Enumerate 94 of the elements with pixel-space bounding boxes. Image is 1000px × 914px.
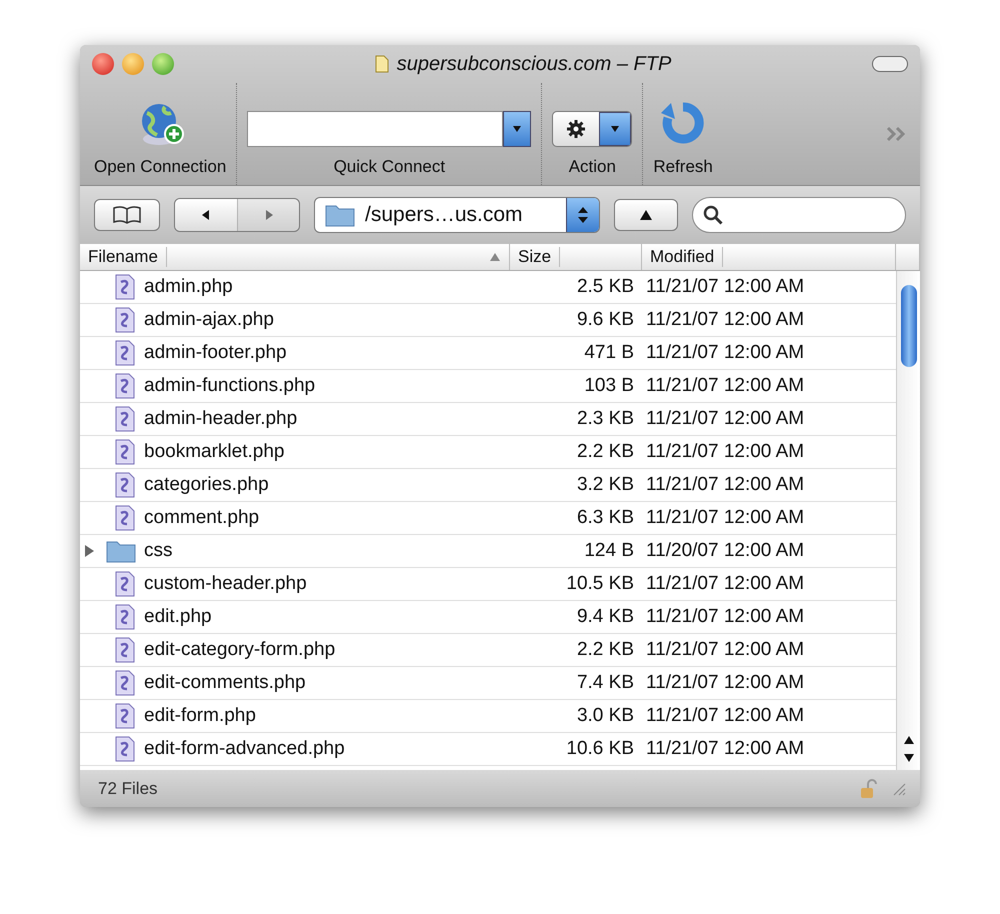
column-header[interactable]: Filename — [80, 244, 510, 270]
php-file-icon — [114, 604, 136, 630]
php-file-icon — [114, 472, 136, 498]
modified-date: 11/21/07 12:00 AM — [645, 474, 806, 496]
toolbar-label: Refresh — [653, 157, 713, 177]
modified-date: 11/21/07 12:00 AM — [645, 375, 806, 397]
quick-connect-field[interactable] — [247, 111, 532, 147]
forward-button[interactable] — [237, 199, 299, 231]
file-name[interactable]: custom-header.php — [144, 573, 307, 595]
stepper-arrows-icon — [577, 205, 589, 225]
toolbar-label: Action — [568, 157, 616, 177]
file-count: 72 Files — [98, 779, 158, 799]
file-name[interactable]: css — [144, 540, 172, 562]
modified-date: 11/21/07 12:00 AM — [645, 408, 806, 430]
back-button[interactable] — [175, 199, 237, 231]
php-file-icon — [114, 274, 136, 300]
file-name[interactable]: categories.php — [144, 474, 269, 496]
modified-date: 11/21/07 12:00 AM — [645, 342, 806, 364]
file-size: 2.2 KB — [576, 639, 635, 661]
column-header[interactable]: Size — [510, 244, 642, 270]
file-size: 9.4 KB — [576, 606, 635, 628]
file-name[interactable]: edit-form-advanced.php — [144, 738, 345, 760]
file-size: 6.3 KB — [576, 507, 635, 529]
file-name[interactable]: edit.php — [144, 606, 212, 628]
scroll-up-icon — [902, 734, 914, 746]
file-name[interactable]: bookmarklet.php — [144, 441, 284, 463]
file-size: 7.4 KB — [576, 672, 635, 694]
php-file-icon — [114, 340, 136, 366]
file-size: 9.6 KB — [576, 309, 635, 331]
search-field[interactable] — [692, 197, 906, 233]
php-file-icon — [114, 439, 136, 465]
file-size: 10.6 KB — [565, 738, 635, 760]
modified-date: 11/21/07 12:00 AM — [645, 738, 806, 760]
back-arrow-icon — [200, 209, 212, 221]
file-size: 2.5 KB — [576, 276, 635, 298]
php-file-icon — [114, 307, 136, 333]
php-file-icon — [114, 637, 136, 663]
file-name[interactable]: edit-comments.php — [144, 672, 306, 694]
file-name[interactable]: admin-ajax.php — [144, 309, 274, 331]
php-file-icon — [114, 373, 136, 399]
document-icon — [374, 55, 389, 73]
modified-date: 11/21/07 12:00 AM — [645, 705, 806, 727]
file-name[interactable]: edit-category-form.php — [144, 639, 336, 661]
file-size: 2.3 KB — [576, 408, 635, 430]
gear-icon — [566, 119, 586, 139]
book-icon — [112, 206, 142, 224]
folder-icon — [325, 203, 355, 227]
toolbar-toggle-button[interactable] — [872, 56, 908, 72]
path-popup[interactable]: /supers…us.com — [314, 197, 600, 233]
scrollbar[interactable] — [896, 271, 920, 770]
file-name[interactable]: comment.php — [144, 507, 260, 529]
modified-date: 11/21/07 12:00 AM — [645, 573, 806, 595]
file-size: 10.5 KB — [565, 573, 635, 595]
file-name[interactable]: admin.php — [144, 276, 233, 298]
modified-date: 11/21/07 12:00 AM — [645, 606, 806, 628]
lock-icon — [860, 779, 878, 799]
file-name[interactable]: admin-footer.php — [144, 342, 287, 364]
modified-date: 11/21/07 12:00 AM — [645, 672, 806, 694]
file-name[interactable]: admin-functions.php — [144, 375, 316, 397]
modified-date: 11/21/07 12:00 AM — [645, 309, 806, 331]
file-size: 103 B — [583, 375, 635, 397]
file-size: 2.2 KB — [576, 441, 635, 463]
scroll-thumb[interactable] — [900, 285, 916, 367]
modified-date: 11/21/07 12:00 AM — [645, 441, 806, 463]
column-header[interactable]: Modified — [642, 244, 896, 270]
php-file-icon — [114, 406, 136, 432]
parent-folder-button[interactable] — [614, 199, 678, 231]
modified-date: 11/21/07 12:00 AM — [645, 276, 806, 298]
toolbar-label: Open Connection — [94, 157, 226, 177]
php-file-icon — [114, 736, 136, 762]
modified-date: 11/20/07 12:00 AM — [645, 540, 806, 562]
folder-icon — [106, 539, 136, 563]
file-size: 124 B — [583, 540, 635, 562]
search-icon — [703, 205, 723, 225]
action-menu-button[interactable] — [552, 111, 632, 147]
disclosure-triangle-icon[interactable] — [83, 544, 95, 558]
window-title: supersubconscious.com – FTP — [396, 52, 672, 76]
file-size: 471 B — [583, 342, 635, 364]
toolbar-label: Quick Connect — [334, 157, 446, 177]
file-size: 3.0 KB — [576, 705, 635, 727]
resize-grip-icon[interactable] — [892, 782, 906, 796]
scroll-down-icon — [902, 752, 914, 764]
file-size: 3.2 KB — [576, 474, 635, 496]
close-button[interactable] — [92, 53, 114, 75]
up-arrow-icon — [640, 209, 652, 221]
modified-date: 11/21/07 12:00 AM — [645, 507, 806, 529]
php-file-icon — [114, 670, 136, 696]
modified-date: 11/21/07 12:00 AM — [645, 639, 806, 661]
php-file-icon — [114, 703, 136, 729]
file-name[interactable]: edit-form.php — [144, 705, 256, 727]
bookmarks-button[interactable] — [94, 199, 160, 231]
file-name[interactable]: admin-header.php — [144, 408, 298, 430]
php-file-icon — [114, 505, 136, 531]
php-file-icon — [114, 571, 136, 597]
